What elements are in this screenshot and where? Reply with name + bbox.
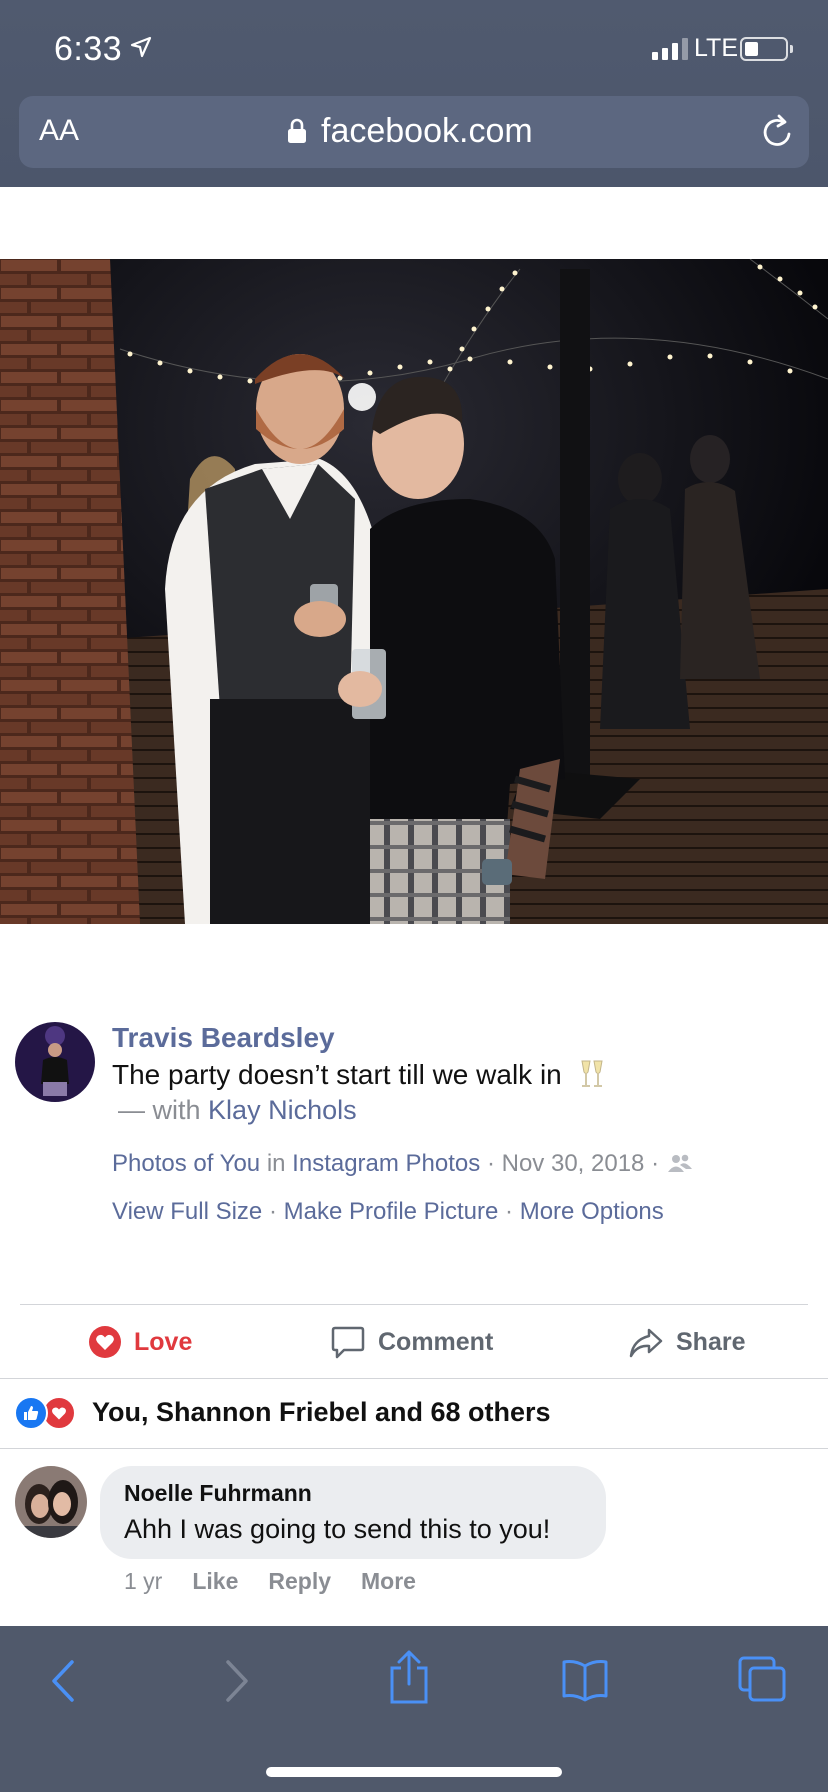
more-options-link[interactable]: More Options — [520, 1198, 664, 1225]
share-sheet-icon[interactable] — [386, 1648, 432, 1706]
lock-icon — [288, 118, 306, 143]
comment-icon — [331, 1326, 365, 1359]
in-label: in — [266, 1150, 286, 1177]
tagged-line: — with Klay Nichols — [118, 1095, 357, 1126]
love-button[interactable]: Love — [88, 1322, 192, 1362]
caption-text: The party doesn’t start till we walk in — [112, 1059, 562, 1090]
bookmarks-icon[interactable] — [560, 1658, 610, 1702]
with-prefix: — with — [118, 1095, 201, 1125]
friends-audience-icon — [667, 1154, 692, 1172]
comment-like-button[interactable]: Like — [192, 1568, 238, 1595]
option-separator: · — [268, 1198, 277, 1225]
post-caption: The party doesn’t start till we walk in — [112, 1058, 608, 1091]
tagged-person-link[interactable]: Klay Nichols — [208, 1095, 357, 1125]
reload-icon[interactable] — [759, 113, 795, 151]
meta-separator: · — [651, 1150, 660, 1177]
share-icon — [629, 1328, 663, 1358]
photo-options: View Full Size · Make Profile Picture · … — [112, 1198, 664, 1226]
author-name[interactable]: Travis Beardsley — [112, 1022, 335, 1054]
comment-time: 1 yr — [124, 1568, 163, 1594]
party-photo-illustration — [0, 259, 828, 924]
browser-chrome: 6:33 LTE AA facebook.com — [0, 0, 828, 187]
divider — [0, 1448, 828, 1449]
love-label: Love — [134, 1327, 193, 1356]
commenter-name[interactable]: Noelle Fuhrmann — [124, 1480, 312, 1507]
text-size-button[interactable]: AA — [39, 114, 79, 148]
battery-icon — [740, 37, 788, 61]
reactions-summary[interactable]: You, Shannon Friebel and 68 others — [92, 1397, 551, 1428]
url-text: facebook.com — [321, 112, 533, 150]
post-date[interactable]: Nov 30, 2018 — [502, 1150, 645, 1177]
comment-label: Comment — [378, 1327, 494, 1356]
comment-more-button[interactable]: More — [361, 1568, 416, 1595]
cell-signal-icon — [652, 38, 688, 60]
comment-reply-button[interactable]: Reply — [268, 1568, 331, 1595]
comment-button[interactable]: Comment — [330, 1322, 493, 1362]
status-time: 6:33 — [54, 30, 123, 68]
reaction-icons[interactable] — [14, 1396, 76, 1430]
make-profile-picture-link[interactable]: Make Profile Picture — [284, 1198, 499, 1225]
share-button[interactable]: Share — [628, 1322, 745, 1362]
location-arrow-icon — [130, 36, 152, 58]
commenter-avatar[interactable] — [15, 1466, 87, 1538]
option-separator: · — [505, 1198, 514, 1225]
tabs-icon[interactable] — [736, 1654, 788, 1704]
like-icon — [14, 1396, 48, 1430]
post-photo[interactable] — [0, 259, 828, 924]
source-link[interactable]: Instagram Photos — [292, 1150, 480, 1177]
address-bar[interactable]: AA facebook.com — [19, 96, 809, 168]
forward-icon[interactable] — [216, 1656, 256, 1706]
comment-actions: 1 yr Like Reply More — [124, 1568, 416, 1595]
champagne-glasses-icon — [580, 1060, 603, 1087]
love-icon — [89, 1326, 121, 1358]
back-icon[interactable] — [44, 1656, 84, 1706]
comment-text: Ahh I was going to send this to you! — [124, 1514, 551, 1544]
post-meta: Photos of You in Instagram Photos · Nov … — [112, 1150, 694, 1178]
album-link[interactable]: Photos of You — [112, 1150, 260, 1177]
divider — [20, 1304, 808, 1305]
meta-separator: · — [486, 1150, 495, 1177]
network-type: LTE — [694, 34, 738, 62]
battery-tip — [790, 45, 793, 53]
view-full-size-link[interactable]: View Full Size — [112, 1198, 262, 1225]
divider — [0, 1378, 828, 1379]
share-label: Share — [676, 1327, 746, 1356]
comment-bubble[interactable]: Noelle Fuhrmann Ahh I was going to send … — [100, 1466, 606, 1559]
home-indicator[interactable] — [266, 1767, 562, 1777]
author-avatar[interactable] — [15, 1022, 95, 1102]
